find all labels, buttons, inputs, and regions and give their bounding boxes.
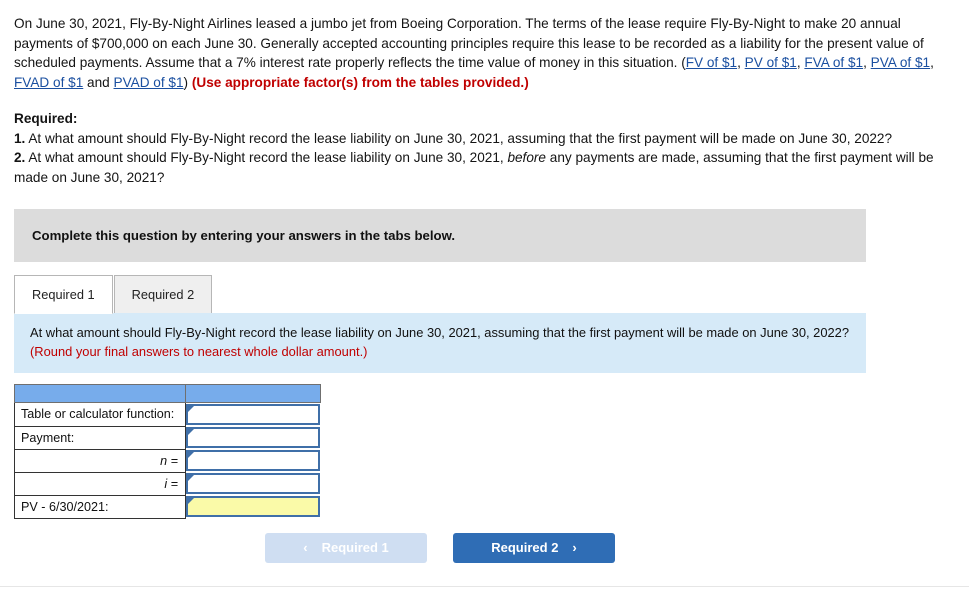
question-prompt-banner: At what amount should Fly-By-Night recor… bbox=[14, 313, 866, 373]
close-paren: ) bbox=[183, 74, 192, 90]
input-pv-6-30-2021[interactable] bbox=[186, 496, 320, 517]
next-button-label: Required 2 bbox=[491, 540, 559, 555]
rounding-note: (Round your final answers to nearest who… bbox=[30, 343, 368, 359]
input-i[interactable] bbox=[186, 473, 320, 494]
link-sep-4: , bbox=[930, 55, 934, 70]
instruction-banner: Complete this question by entering your … bbox=[14, 209, 866, 262]
tab-required-1[interactable]: Required 1 bbox=[14, 275, 113, 314]
link-sep-3: , bbox=[863, 55, 871, 70]
row-input-cell-i[interactable] bbox=[185, 472, 321, 495]
required-item-2-number: 2. bbox=[14, 150, 26, 165]
required-item-1-number: 1. bbox=[14, 130, 26, 146]
chevron-left-icon: ‹ bbox=[303, 540, 308, 555]
input-table-or-calculator-function[interactable] bbox=[186, 404, 320, 425]
next-required-2-button[interactable]: Required 2 › bbox=[453, 532, 615, 563]
use-factors-note: (Use appropriate factor(s) from the tabl… bbox=[191, 74, 529, 90]
link-pvad-of-1[interactable]: PVAD of $1 bbox=[114, 75, 184, 90]
required-item-2-text-a: At what amount should Fly-By-Night recor… bbox=[25, 150, 508, 165]
required-block: Required: 1. At what amount should Fly-B… bbox=[14, 109, 951, 187]
previous-required-1-button[interactable]: ‹ Required 1 bbox=[265, 532, 427, 563]
link-and-word: and bbox=[83, 74, 114, 90]
row-label-n: n = bbox=[14, 449, 186, 473]
table-row: n = bbox=[14, 449, 321, 473]
table-header-cell-value bbox=[185, 384, 321, 403]
link-fv-of-1[interactable]: FV of $1 bbox=[686, 55, 737, 70]
required-heading: Required: bbox=[14, 111, 78, 126]
input-payment[interactable] bbox=[186, 427, 320, 448]
link-pva-of-1[interactable]: PVA of $1 bbox=[871, 55, 930, 70]
answer-table: Table or calculator function: Payment: n… bbox=[14, 384, 321, 519]
table-row: i = bbox=[14, 472, 321, 496]
navigation-row: ‹ Required 1 Required 2 › bbox=[14, 532, 866, 563]
row-input-cell-table-or-calculator-function[interactable] bbox=[185, 402, 321, 426]
link-sep-1: , bbox=[737, 55, 745, 70]
problem-statement: On June 30, 2021, Fly-By-Night Airlines … bbox=[14, 14, 951, 92]
tab-required-2[interactable]: Required 2 bbox=[113, 275, 213, 314]
row-input-cell-pv-6-30-2021[interactable] bbox=[185, 495, 321, 518]
required-item-2-emphasis: before bbox=[507, 150, 546, 165]
table-row: PV - 6/30/2021: bbox=[14, 495, 321, 519]
tab-required-1-label: Required 1 bbox=[32, 287, 95, 302]
chevron-right-icon: › bbox=[572, 540, 577, 555]
link-fva-of-1[interactable]: FVA of $1 bbox=[804, 55, 863, 70]
row-input-cell-n[interactable] bbox=[185, 449, 321, 472]
tab-strip: Required 1 Required 2 bbox=[14, 274, 866, 314]
link-fvad-of-1[interactable]: FVAD of $1 bbox=[14, 75, 83, 90]
input-n[interactable] bbox=[186, 450, 320, 471]
row-label-payment: Payment: bbox=[14, 426, 186, 450]
previous-button-label: Required 1 bbox=[321, 540, 389, 555]
row-label-table-or-calculator-function: Table or calculator function: bbox=[14, 402, 186, 427]
required-item-1-text: At what amount should Fly-By-Night recor… bbox=[25, 130, 893, 146]
question-page: On June 30, 2021, Fly-By-Night Airlines … bbox=[0, 0, 969, 563]
table-header-row bbox=[14, 384, 321, 403]
bottom-divider bbox=[0, 586, 969, 587]
instruction-banner-text: Complete this question by entering your … bbox=[32, 228, 456, 243]
table-row: Payment: bbox=[14, 426, 321, 450]
row-label-pv-6-30-2021: PV - 6/30/2021: bbox=[14, 495, 186, 519]
table-header-cell-label bbox=[14, 384, 186, 403]
table-row: Table or calculator function: bbox=[14, 402, 321, 427]
tab-required-2-label: Required 2 bbox=[131, 287, 195, 302]
row-label-i: i = bbox=[14, 472, 186, 496]
row-input-cell-payment[interactable] bbox=[185, 426, 321, 449]
link-pv-of-1[interactable]: PV of $1 bbox=[745, 55, 797, 70]
question-prompt-text: At what amount should Fly-By-Night recor… bbox=[30, 325, 850, 340]
